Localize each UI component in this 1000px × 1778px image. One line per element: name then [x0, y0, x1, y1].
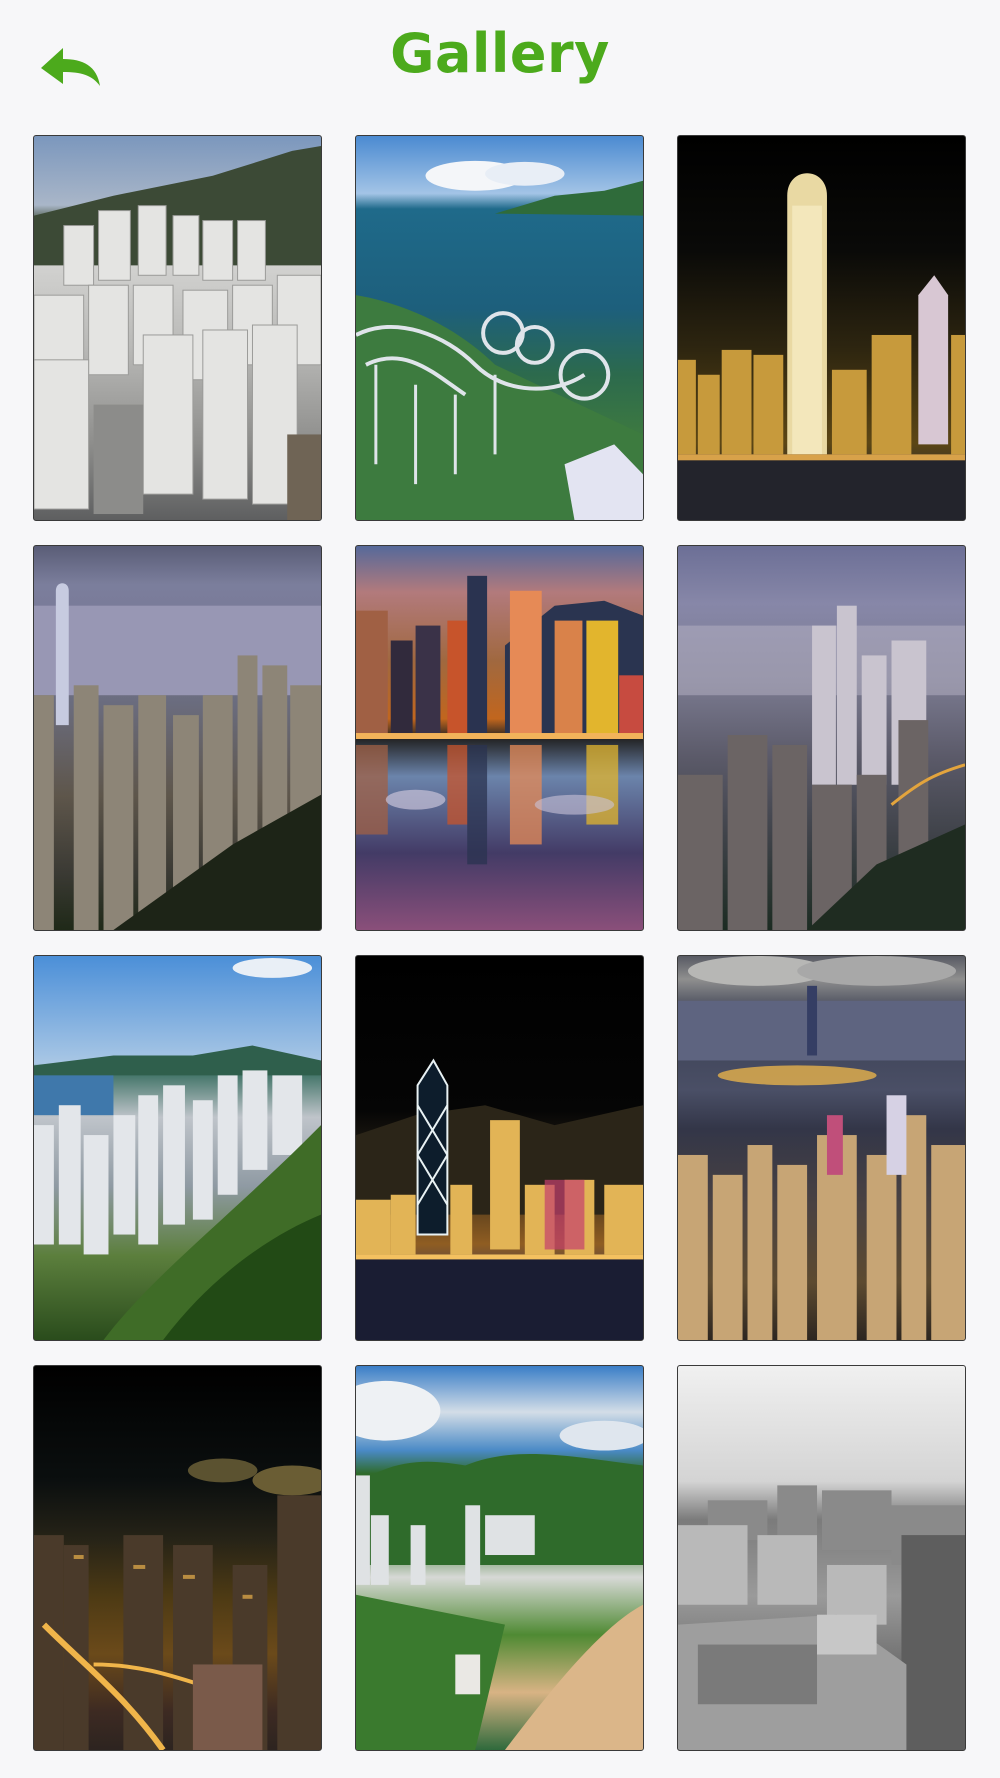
gallery-photo[interactable]: [355, 1365, 644, 1751]
photo-image: [34, 1458, 321, 1750]
gallery-photo[interactable]: [33, 545, 322, 931]
photo-image: [356, 1380, 643, 1750]
gallery-photo[interactable]: [677, 545, 966, 931]
gallery-photo[interactable]: [355, 135, 644, 521]
photo-image: [34, 957, 321, 1340]
photo-image: [356, 160, 643, 520]
header-bar: Gallery: [0, 0, 1000, 130]
photo-grid: [33, 135, 968, 1751]
photo-image: [356, 1058, 643, 1340]
gallery-screen: Gallery: [0, 0, 1000, 1778]
gallery-photo[interactable]: [677, 955, 966, 1341]
gallery-photo[interactable]: [33, 955, 322, 1341]
photo-image: [678, 605, 965, 930]
photo-image: [678, 173, 965, 520]
photo-image: [678, 1485, 965, 1750]
gallery-photo[interactable]: [677, 135, 966, 521]
gallery-photo[interactable]: [355, 955, 644, 1341]
photo-image: [34, 583, 321, 930]
gallery-photo[interactable]: [33, 1365, 322, 1751]
photo-image: [356, 575, 643, 865]
gallery-photo[interactable]: [677, 1365, 966, 1751]
photo-image: [678, 956, 965, 1340]
gallery-photo[interactable]: [355, 545, 644, 931]
photo-image: [34, 145, 321, 520]
gallery-photo[interactable]: [33, 135, 322, 521]
page-title: Gallery: [390, 22, 610, 85]
